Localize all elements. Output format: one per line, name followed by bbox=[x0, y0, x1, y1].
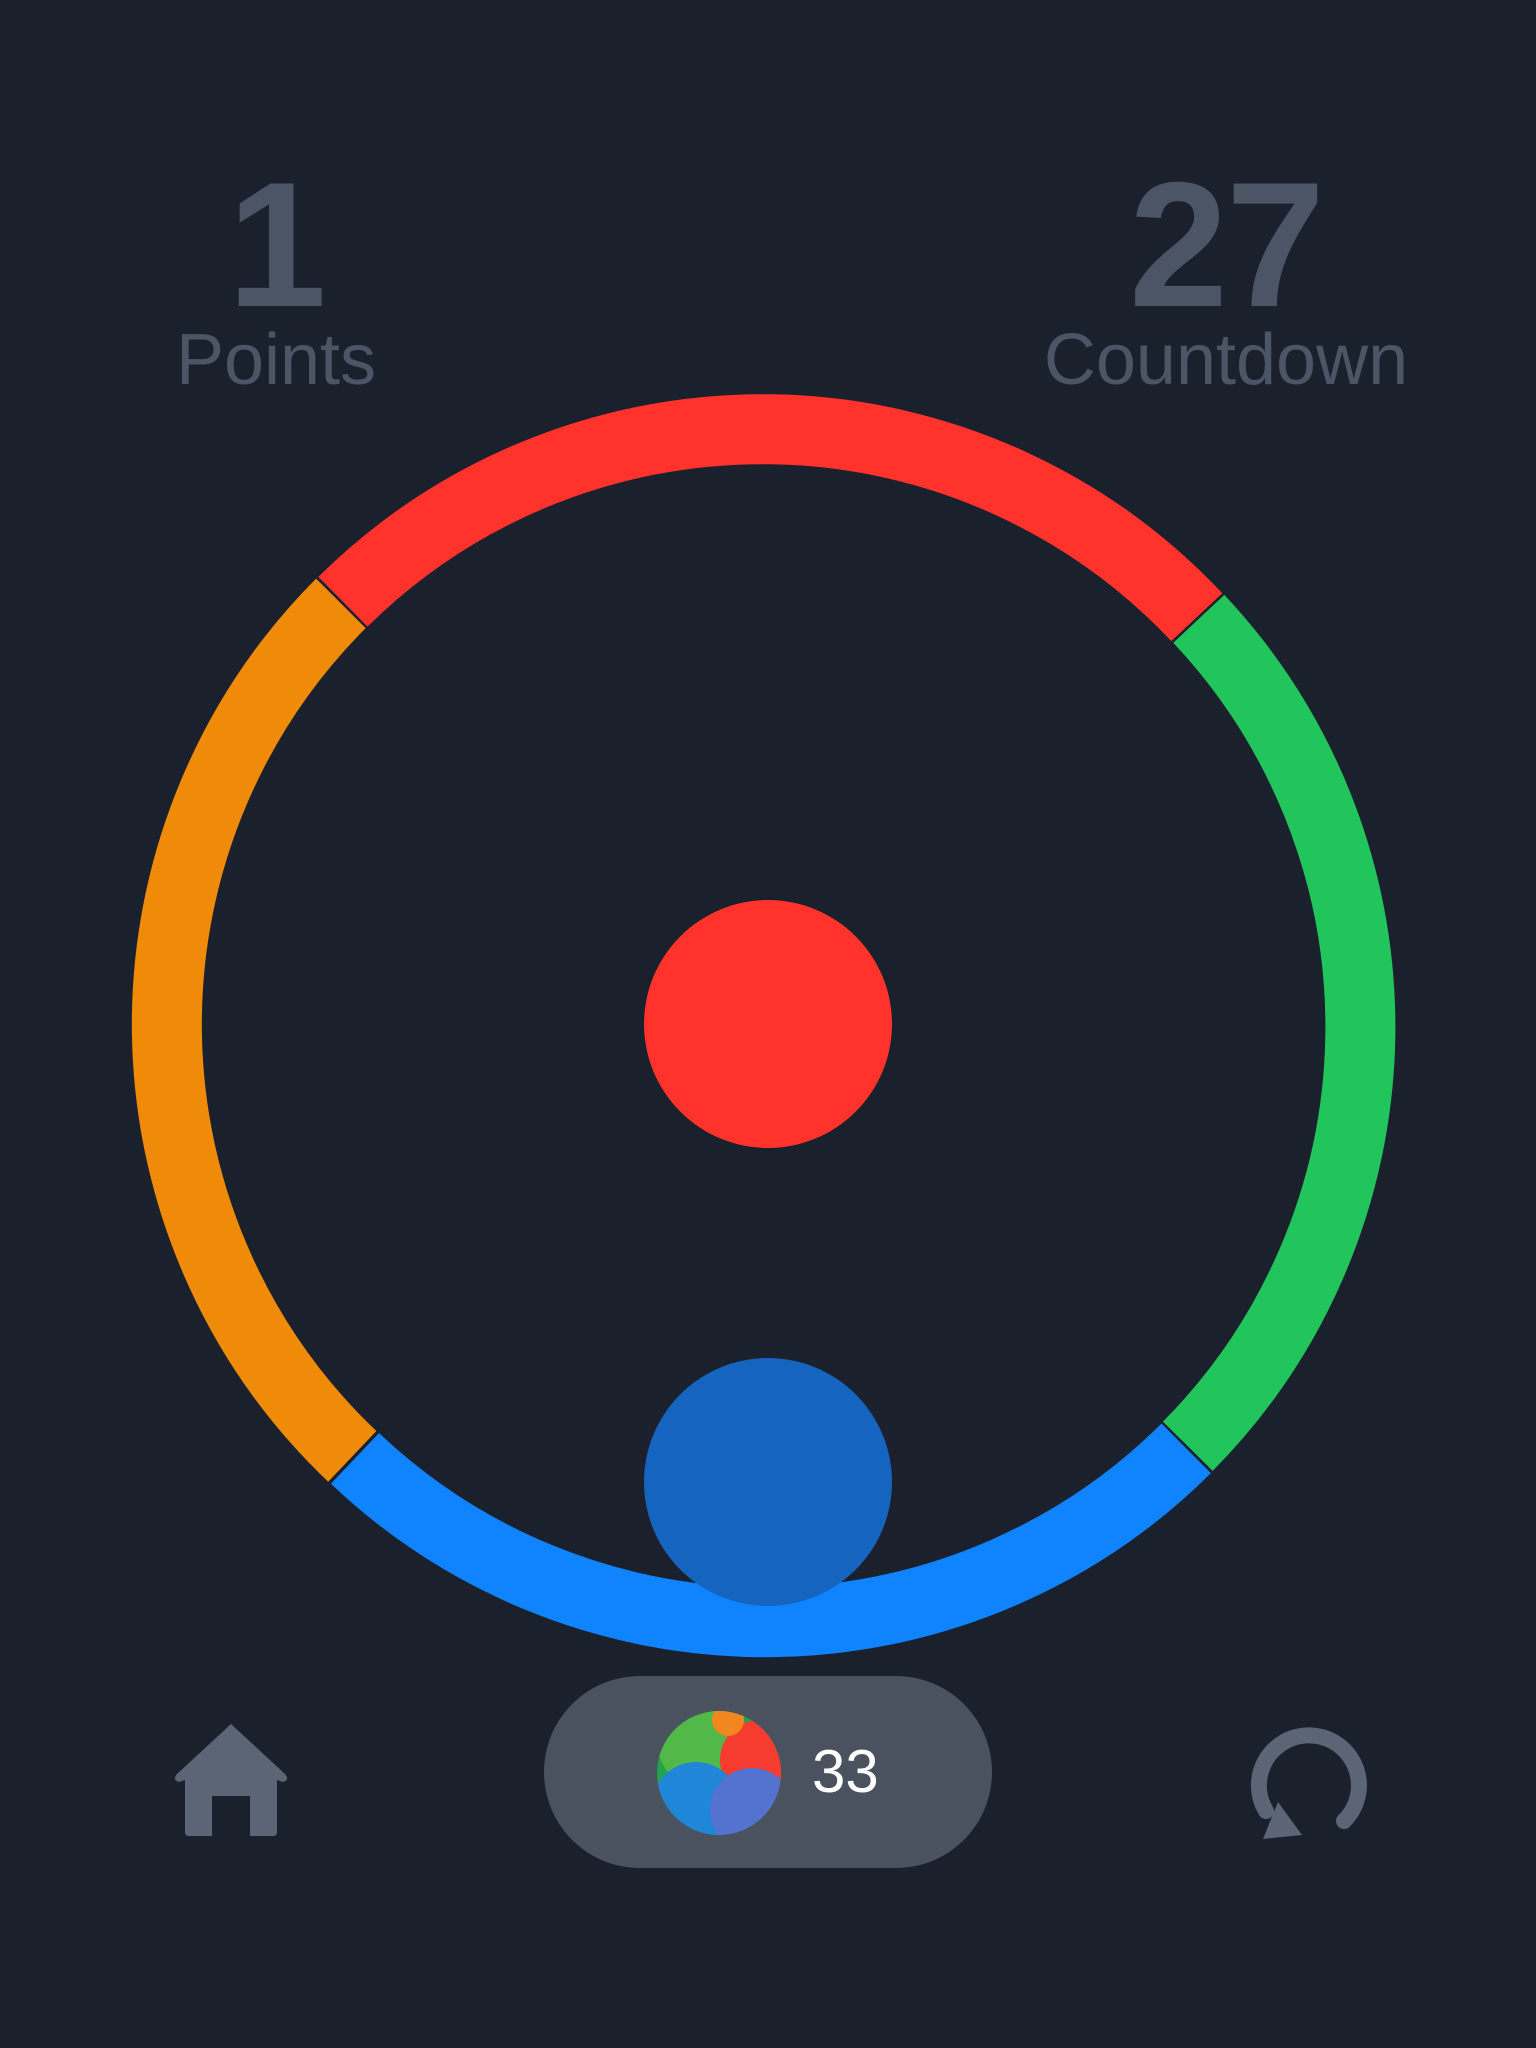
restart-icon bbox=[1250, 1727, 1367, 1839]
player-ball[interactable] bbox=[644, 1358, 892, 1606]
multicolor-ball-icon bbox=[657, 1711, 781, 1835]
target-ball bbox=[644, 900, 892, 1148]
home-button[interactable] bbox=[166, 1716, 296, 1846]
home-icon bbox=[174, 1724, 288, 1836]
restart-button[interactable] bbox=[1240, 1720, 1380, 1860]
balls-counter-button[interactable]: 33 bbox=[544, 1676, 992, 1868]
balls-count: 33 bbox=[812, 1738, 879, 1805]
ring-segment-green bbox=[1162, 594, 1396, 1471]
ring-segment-orange bbox=[131, 578, 377, 1482]
ring-segment-red bbox=[318, 394, 1223, 642]
